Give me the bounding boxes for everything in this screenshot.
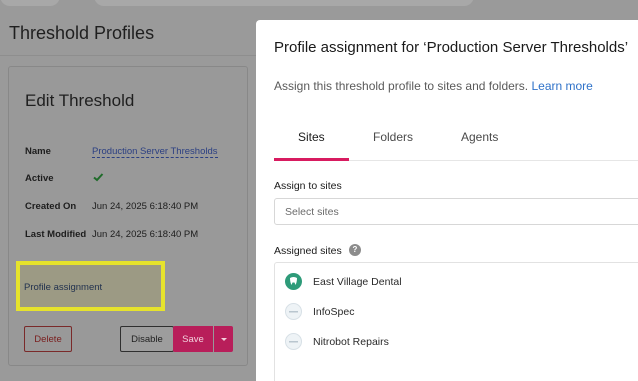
field-active: Active — [25, 173, 245, 187]
profile-assignment-link[interactable]: Profile assignment — [24, 282, 102, 293]
site-name: Nitrobot Repairs — [313, 336, 389, 348]
learn-more-link[interactable]: Learn more — [531, 79, 592, 93]
name-label: Name — [25, 146, 51, 157]
edit-threshold-card: Edit Threshold Name Production Server Th… — [8, 66, 248, 366]
header-divider — [0, 55, 256, 56]
tab-folders[interactable]: Folders — [373, 130, 413, 144]
active-tab-indicator — [274, 158, 349, 161]
list-item[interactable]: East Village Dental — [285, 272, 585, 292]
dental-logo-icon — [285, 273, 302, 290]
top-bar — [0, 0, 638, 8]
save-button[interactable]: Save — [173, 326, 213, 352]
modal-description: Assign this threshold profile to sites a… — [274, 79, 593, 93]
disable-button[interactable]: Disable — [120, 326, 174, 352]
assigned-sites-label: Assigned sites — [274, 245, 342, 257]
active-label: Active — [25, 173, 54, 184]
edit-threshold-title: Edit Threshold — [25, 91, 135, 110]
page-title: Threshold Profiles — [9, 23, 155, 43]
list-item[interactable]: Nitrobot Repairs — [285, 332, 585, 352]
assign-to-sites-label: Assign to sites — [274, 180, 342, 192]
created-on-value: Jun 24, 2025 6:18:40 PM — [92, 201, 199, 212]
last-modified-label: Last Modified — [25, 229, 87, 240]
list-item[interactable]: InfoSpec — [285, 302, 585, 322]
last-modified-value: Jun 24, 2025 6:18:40 PM — [92, 229, 199, 240]
tab-sites[interactable]: Sites — [298, 130, 325, 144]
chevron-down-icon — [220, 337, 227, 341]
profile-assignment-modal: Profile assignment for ‘Production Serve… — [256, 20, 638, 381]
created-on-label: Created On — [25, 201, 77, 212]
delete-button[interactable]: Delete — [24, 326, 72, 352]
site-name: InfoSpec — [313, 306, 355, 318]
field-name: Name Production Server Thresholds — [25, 146, 245, 160]
top-bar-control — [0, 0, 60, 6]
site-select-placeholder: Select sites — [285, 206, 339, 218]
site-logo-icon — [285, 303, 302, 320]
name-value-link[interactable]: Production Server Thresholds — [92, 146, 218, 158]
help-icon[interactable]: ? — [349, 244, 361, 256]
field-created-on: Created On Jun 24, 2025 6:18:40 PM — [25, 201, 245, 215]
site-logo-icon — [285, 333, 302, 350]
top-search-bar — [94, 0, 474, 6]
modal-title: Profile assignment for ‘Production Serve… — [274, 39, 629, 56]
assigned-sites-list: East Village Dental InfoSpec Nitrobot Re… — [274, 262, 638, 381]
site-select-input[interactable]: Select sites — [274, 198, 638, 225]
field-last-modified: Last Modified Jun 24, 2025 6:18:40 PM — [25, 229, 245, 243]
tab-agents[interactable]: Agents — [461, 130, 498, 144]
checkmark-icon — [93, 173, 104, 182]
save-options-button[interactable] — [214, 326, 233, 352]
modal-description-text: Assign this threshold profile to sites a… — [274, 79, 529, 93]
site-name: East Village Dental — [313, 276, 402, 288]
assignment-tabs: Sites Folders Agents — [274, 120, 638, 161]
